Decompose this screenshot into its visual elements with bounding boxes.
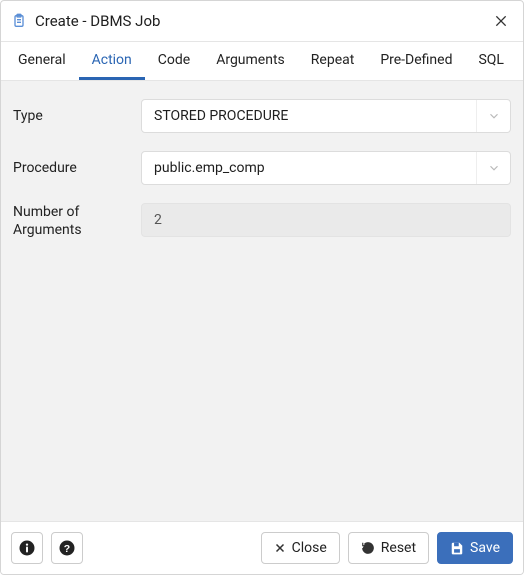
save-button[interactable]: Save <box>437 532 513 564</box>
chevron-down-icon <box>476 152 510 184</box>
row-procedure: Procedure public.emp_comp <box>13 151 511 185</box>
save-button-label: Save <box>470 540 500 556</box>
close-button-label: Close <box>292 540 327 556</box>
svg-text:?: ? <box>64 543 70 555</box>
tabs: General Action Code Arguments Repeat Pre… <box>1 42 523 81</box>
chevron-down-icon <box>476 100 510 132</box>
tab-action[interactable]: Action <box>79 42 145 80</box>
close-button[interactable]: Close <box>261 532 340 564</box>
input-numargs: 2 <box>141 203 511 237</box>
tab-arguments[interactable]: Arguments <box>203 42 298 80</box>
select-procedure-value: public.emp_comp <box>154 160 265 176</box>
clipboard-icon <box>11 13 27 29</box>
reset-button[interactable]: Reset <box>348 532 429 564</box>
select-procedure[interactable]: public.emp_comp <box>141 151 511 185</box>
save-icon <box>450 541 464 555</box>
label-type: Type <box>13 107 129 125</box>
dialog-window: Create - DBMS Job General Action Code Ar… <box>0 0 524 575</box>
close-icon[interactable] <box>489 9 513 33</box>
close-x-icon <box>274 542 286 554</box>
info-button[interactable] <box>11 532 43 564</box>
titlebar: Create - DBMS Job <box>1 1 523 42</box>
tab-general[interactable]: General <box>5 42 79 80</box>
dialog-title: Create - DBMS Job <box>35 12 481 30</box>
info-icon <box>18 539 36 557</box>
label-procedure: Procedure <box>13 159 129 177</box>
help-button[interactable]: ? <box>51 532 83 564</box>
tab-repeat[interactable]: Repeat <box>298 42 368 80</box>
tab-code[interactable]: Code <box>145 42 203 80</box>
select-type-value: STORED PROCEDURE <box>154 108 288 124</box>
help-icon: ? <box>58 539 76 557</box>
row-numargs: Number of Arguments 2 <box>13 203 511 239</box>
reset-button-label: Reset <box>381 540 416 556</box>
label-numargs: Number of Arguments <box>13 203 129 239</box>
row-type: Type STORED PROCEDURE <box>13 99 511 133</box>
select-type[interactable]: STORED PROCEDURE <box>141 99 511 133</box>
input-numargs-value: 2 <box>154 212 162 228</box>
reset-icon <box>361 541 375 555</box>
footer: ? Close Reset Save <box>1 521 523 574</box>
form-content: Type STORED PROCEDURE Procedure public.e… <box>1 81 523 521</box>
tab-pre-defined[interactable]: Pre-Defined <box>367 42 465 80</box>
tab-sql[interactable]: SQL <box>465 42 516 80</box>
